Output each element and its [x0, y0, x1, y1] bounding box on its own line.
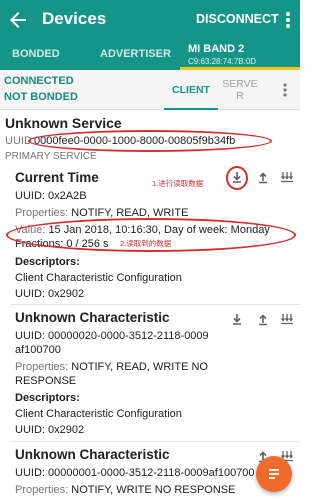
read-download-icon[interactable]	[230, 312, 244, 326]
list-fab-icon	[267, 467, 281, 481]
characteristic-uuid: UUID: 0x2A2B	[15, 190, 87, 202]
characteristic-properties: Properties: NOTIFY, READ, WRITE NO	[15, 361, 208, 373]
characteristic-name: Unknown Characteristic	[15, 447, 170, 462]
app-bar: Devices DISCONNECT	[0, 0, 300, 40]
descriptors-header: Descriptors:	[15, 256, 80, 268]
tab-mi-band-2[interactable]: MI BAND 2 C9:63:28:74:7B:0D	[180, 40, 300, 70]
notify-multi-download-icon[interactable]	[280, 312, 294, 326]
tab-label: SERVE R	[222, 78, 258, 102]
tab-label: CLIENT	[172, 84, 210, 96]
divider	[10, 441, 300, 442]
descriptor-name: Client Characteristic Configuration	[15, 272, 182, 284]
disconnect-button[interactable]: DISCONNECT	[196, 12, 279, 26]
characteristic-name: Current Time	[15, 170, 99, 185]
descriptor-uuid: UUID: 0x2902	[15, 424, 85, 436]
descriptor-name: Client Characteristic Configuration	[15, 408, 182, 420]
service-name: Unknown Service	[5, 115, 122, 131]
list-fab-button[interactable]	[256, 456, 292, 492]
bond-status: NOT BONDED	[4, 91, 78, 103]
tab-label: BONDED	[12, 48, 60, 60]
annotation-uuid-ellipse	[28, 130, 272, 152]
tab-server[interactable]: SERVE R	[222, 70, 258, 110]
tab-indicator	[164, 108, 218, 110]
write-upload-icon[interactable]	[256, 170, 270, 184]
annotation-step1: 1.进行读取数据	[152, 179, 204, 188]
characteristic-uuid: UUID: 00000001-0000-3512-2118-0009af1007…	[15, 467, 255, 479]
characteristic-uuid-cont: af100700	[15, 344, 61, 356]
tab-client[interactable]: CLIENT	[164, 70, 218, 110]
tab-bonded[interactable]: BONDED	[0, 40, 86, 70]
back-arrow-icon[interactable]	[6, 8, 30, 32]
more-vert-icon[interactable]	[283, 9, 293, 31]
tab-label: MI BAND 2	[188, 43, 245, 55]
characteristic-properties: Properties: NOTIFY, WRITE NO RESPONSE	[15, 484, 236, 496]
service-type: PRIMARY SERVICE	[5, 151, 97, 162]
descriptor-uuid: UUID: 0x2902	[15, 288, 85, 300]
annotation-step2: 2.读取到的数据	[120, 239, 172, 248]
divider	[10, 304, 300, 305]
characteristic-name: Unknown Characteristic	[15, 310, 170, 325]
read-download-icon[interactable]	[230, 170, 244, 184]
characteristic-properties-cont: RESPONSE	[15, 375, 77, 387]
tab-advertiser[interactable]: ADVERTISER	[86, 40, 178, 70]
device-tabs: BONDED ADVERTISER MI BAND 2 C9:63:28:74:…	[0, 40, 300, 70]
device-address: C9:63:28:74:7B:0D	[188, 57, 257, 66]
notify-multi-download-icon[interactable]	[280, 170, 294, 184]
tab-label: ADVERTISER	[100, 48, 171, 60]
menu-icon[interactable]	[279, 81, 291, 99]
descriptors-header: Descriptors:	[15, 392, 80, 404]
connected-status: CONNECTED	[4, 75, 74, 87]
page-title: Devices	[42, 9, 107, 28]
characteristic-uuid: UUID: 00000020-0000-3512-2118-0009	[15, 330, 209, 342]
write-upload-icon[interactable]	[256, 312, 270, 326]
